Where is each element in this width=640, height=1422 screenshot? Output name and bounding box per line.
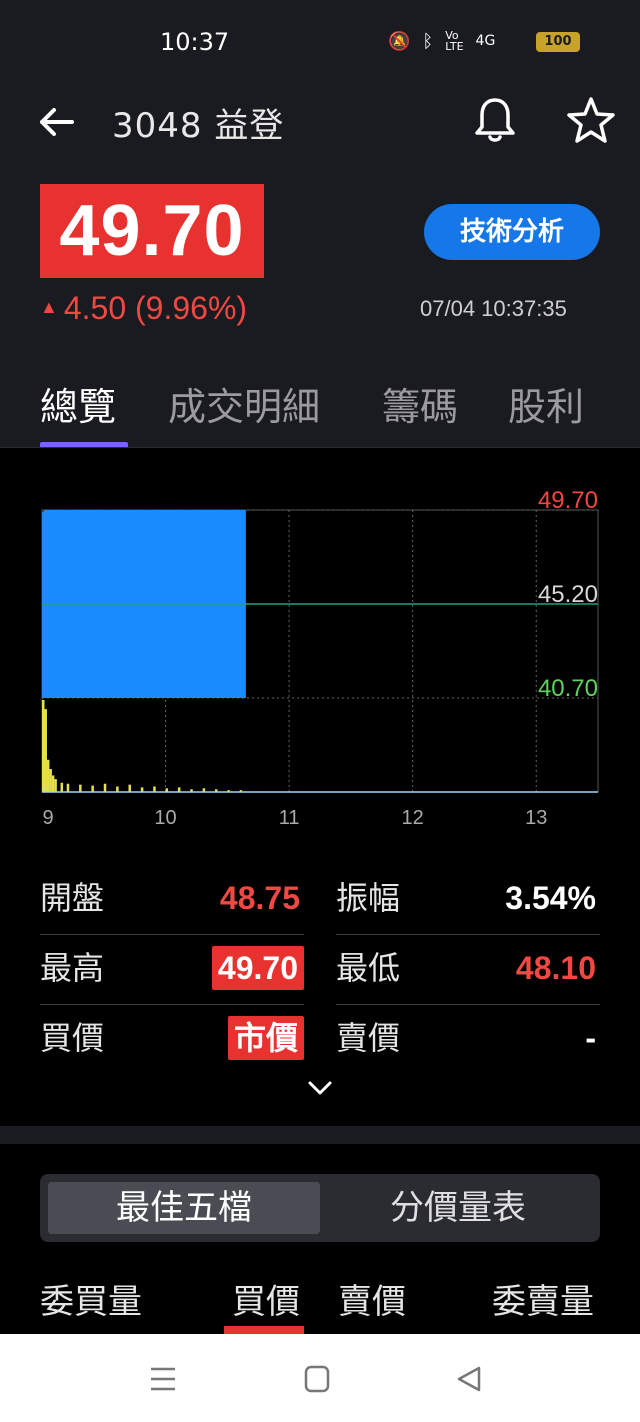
signal-icon: 4G (475, 33, 496, 49)
x-tick-label: 13 (525, 807, 547, 829)
status-bar: 10:37 🔕 ᛒ Vo LTE 4G 100 (0, 0, 640, 82)
y-tick-label: 40.70 (538, 675, 598, 702)
bid-price-header: 買價 (232, 1282, 300, 1322)
ask-value: - (585, 1020, 596, 1056)
high-value: 49.70 (211, 946, 304, 990)
segment-price-volume[interactable]: 分價量表 (324, 1182, 592, 1234)
tab-dividend[interactable]: 股利 (508, 376, 584, 431)
bid-label: 買價 (40, 1019, 105, 1057)
ask-price-header: 賣價 (338, 1282, 406, 1322)
volume-bar (42, 700, 45, 792)
volume-bar (51, 775, 55, 792)
x-tick-label: 9 (42, 807, 53, 829)
stock-title: 3048 益登 (112, 106, 285, 146)
x-tick-label: 12 (402, 807, 424, 829)
stock-header: 3048 益登 49.70 技術分析 ▲ 4.50 (9.96%) 07/04 1… (0, 82, 640, 362)
bell-icon[interactable] (472, 96, 518, 144)
low-label: 最低 (336, 949, 401, 987)
tab-bar: 總覽 成交明細 籌碼 股利 (0, 362, 640, 448)
volume-bar (60, 782, 64, 792)
high-value-wrap: 49.70 (170, 934, 304, 1002)
bid-value: 市價 (227, 1016, 304, 1060)
bid-price-cell (224, 1326, 304, 1334)
volume-bar (49, 769, 52, 792)
volume-bar (66, 783, 70, 792)
intraday-chart[interactable]: 49.70 45.20 40.70 9 10 11 12 13 (0, 448, 640, 838)
y-tick-label: 49.70 (538, 487, 598, 514)
amplitude-label: 振幅 (336, 879, 401, 917)
volume-bar (79, 784, 82, 792)
back-arrow-icon[interactable] (36, 102, 76, 142)
up-triangle-icon: ▲ (40, 297, 58, 317)
favorite-star-icon[interactable] (566, 96, 616, 144)
system-nav-bar (0, 1334, 640, 1422)
ask-qty-header: 委賣量 (492, 1282, 594, 1322)
volume-bar (91, 785, 94, 792)
open-value: 48.75 (219, 880, 300, 916)
status-time: 10:37 (160, 28, 230, 56)
status-icons: 🔕 ᛒ Vo LTE 4G (388, 30, 495, 52)
stats-row-3: 買價 市價 賣價 - (40, 1004, 600, 1072)
volume-bar (54, 779, 57, 792)
volte-icon: Vo LTE (445, 29, 464, 53)
volume-bar (46, 759, 50, 792)
bluetooth-icon: ᛒ (422, 30, 434, 52)
volume-bar (103, 783, 107, 792)
amplitude-value: 3.54% (505, 880, 596, 916)
stats-row-1: 開盤 48.75 振幅 3.54% (40, 864, 600, 935)
price-change-value: 4.50 (9.96%) (63, 290, 248, 326)
back-icon[interactable] (454, 1364, 484, 1394)
stats-row-2: 最高 49.70 最低 48.10 (40, 934, 600, 1005)
x-tick-label: 10 (154, 807, 176, 829)
chart-canvas: 49.70 45.20 40.70 9 10 11 12 13 (41, 487, 599, 829)
order-book-segment: 最佳五檔 分價量表 (40, 1174, 600, 1242)
chevron-down-icon[interactable] (306, 1078, 334, 1098)
tab-overview[interactable]: 總覽 (40, 376, 116, 431)
tab-trade-details[interactable]: 成交明細 (168, 376, 320, 431)
battery-icon: 100 (536, 32, 580, 52)
quote-stats: 開盤 48.75 振幅 3.54% 最高 49.70 最低 48.10 買價 市… (0, 860, 640, 1125)
quote-timestamp: 07/04 10:37:35 (420, 296, 567, 321)
y-tick-label: 45.20 (538, 581, 598, 608)
menu-icon[interactable] (148, 1364, 178, 1394)
segment-best-five[interactable]: 最佳五檔 (48, 1182, 320, 1234)
volume-bar (128, 784, 131, 792)
volume-bar (153, 786, 156, 792)
volume-bar (44, 709, 47, 792)
bid-qty-header: 委買量 (40, 1282, 142, 1322)
ask-label: 賣價 (336, 1019, 401, 1057)
section-divider (0, 1126, 640, 1144)
volume-bar (116, 786, 119, 792)
current-price: 49.70 (40, 184, 264, 278)
open-label: 開盤 (40, 879, 105, 917)
stock-detail-screen: 10:37 🔕 ᛒ Vo LTE 4G 100 3048 益登 49.70 技術分… (0, 0, 640, 1422)
high-label: 最高 (40, 949, 105, 987)
order-book-headers: 委買量 買價 賣價 委賣量 (40, 1274, 600, 1322)
bid-value-wrap: 市價 (170, 1004, 304, 1072)
technical-analysis-button[interactable]: 技術分析 (424, 204, 600, 260)
x-tick-label: 11 (279, 807, 300, 829)
price-change: ▲ 4.50 (9.96%) (40, 290, 247, 327)
home-icon[interactable] (302, 1364, 332, 1394)
low-value: 48.10 (515, 950, 596, 986)
mute-icon: 🔕 (388, 30, 411, 52)
tab-chips[interactable]: 籌碼 (382, 376, 458, 431)
